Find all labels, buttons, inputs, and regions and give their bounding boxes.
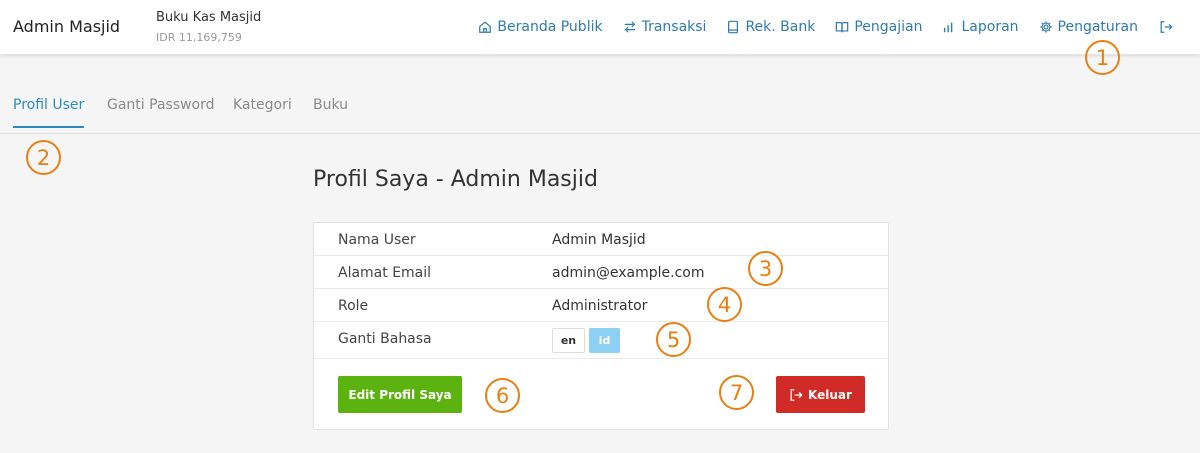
- book-icon: [726, 20, 740, 34]
- callout-marker: 1: [1085, 40, 1120, 75]
- logout-button-label: Keluar: [808, 387, 852, 402]
- callout-marker: 4: [707, 287, 742, 322]
- top-navbar: Admin Masjid Buku Kas Masjid IDR 11,169,…: [0, 0, 1200, 55]
- callout-marker: 6: [485, 378, 520, 413]
- settings-tabs: Profil User Ganti Password Kategori Buku: [0, 55, 1200, 134]
- nav-item-transaksi[interactable]: Transaksi: [623, 19, 707, 35]
- row-label: Nama User: [338, 232, 416, 248]
- row-label: Role: [338, 298, 369, 314]
- page-title: Profil Saya - Admin Masjid: [313, 167, 598, 192]
- nav-item-label: Pengaturan: [1057, 19, 1138, 35]
- profile-card: Nama User Admin Masjid Alamat Email admi…: [313, 222, 889, 430]
- callout-marker: 2: [26, 140, 61, 175]
- bar-chart-icon: [942, 20, 956, 34]
- user-name-value: Admin Masjid: [552, 232, 646, 248]
- app-brand[interactable]: Admin Masjid: [13, 17, 120, 36]
- callout-marker: 5: [656, 322, 691, 357]
- profile-row-name: Nama User Admin Masjid: [314, 223, 888, 256]
- language-en-button[interactable]: en: [552, 328, 585, 353]
- nav-item-laporan[interactable]: Laporan: [942, 19, 1019, 35]
- home-icon: [478, 20, 492, 34]
- tab-kategori[interactable]: Kategori: [233, 97, 292, 113]
- nav-item-label: Beranda Publik: [497, 19, 603, 35]
- row-label: Ganti Bahasa: [338, 331, 432, 347]
- callout-marker: 3: [748, 251, 783, 286]
- exchange-icon: [623, 20, 637, 34]
- row-label: Alamat Email: [338, 265, 432, 281]
- nav-item-label: Rek. Bank: [745, 19, 816, 35]
- gear-icon: [1039, 20, 1053, 34]
- tab-buku[interactable]: Buku: [313, 97, 348, 113]
- tab-profil-user[interactable]: Profil User: [13, 97, 85, 128]
- edit-profile-button[interactable]: Edit Profil Saya: [338, 376, 462, 413]
- active-book-title: Buku Kas Masjid: [156, 10, 262, 25]
- nav-item-rek-bank[interactable]: Rek. Bank: [726, 19, 815, 35]
- nav-item-label: Pengajian: [854, 19, 923, 35]
- nav-item-pengajian[interactable]: Pengajian: [835, 19, 922, 35]
- tab-ganti-password[interactable]: Ganti Password: [107, 97, 215, 113]
- logout-icon: [1158, 20, 1173, 35]
- logout-icon-button[interactable]: [1158, 20, 1173, 35]
- nav-links: Beranda Publik Transaksi Rek. Bank Penga…: [458, 19, 1173, 35]
- nav-item-pengaturan[interactable]: Pengaturan: [1039, 19, 1138, 35]
- role-value: Administrator: [552, 298, 648, 314]
- nav-item-label: Transaksi: [641, 19, 707, 35]
- open-book-icon: [835, 20, 849, 34]
- profile-row-role: Role Administrator: [314, 289, 888, 322]
- logout-icon: [789, 388, 803, 402]
- email-value: admin@example.com: [552, 265, 705, 281]
- nav-item-beranda-publik[interactable]: Beranda Publik: [478, 19, 603, 35]
- logout-button[interactable]: Keluar: [776, 376, 865, 413]
- language-id-button[interactable]: id: [589, 328, 620, 353]
- nav-item-label: Laporan: [961, 19, 1019, 35]
- active-book-balance: IDR 11,169,759: [156, 31, 242, 44]
- profile-row-language: Ganti Bahasa en id: [314, 322, 888, 359]
- callout-marker: 7: [719, 375, 754, 410]
- profile-row-email: Alamat Email admin@example.com: [314, 256, 888, 289]
